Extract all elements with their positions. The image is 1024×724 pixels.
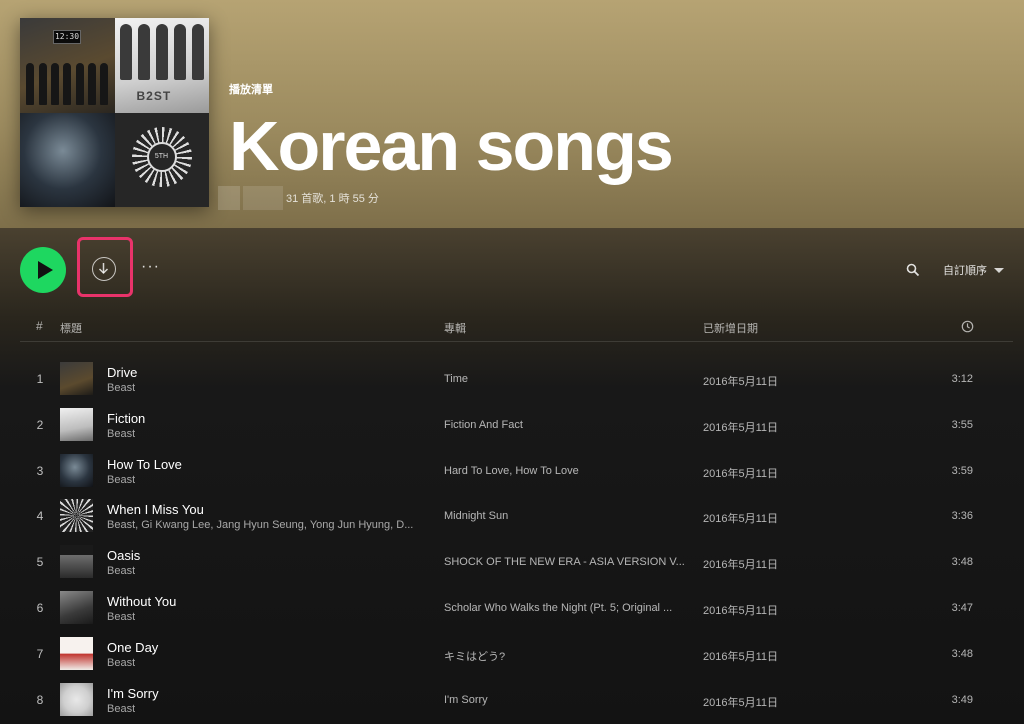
track-title[interactable]: One Day — [107, 640, 158, 655]
track-number: 1 — [36, 372, 44, 386]
cover-badge: 5TH — [146, 141, 177, 172]
track-title[interactable]: Without You — [107, 594, 176, 609]
track-date-added: 2016年5月11日 — [703, 421, 779, 434]
track-date-added: 2016年5月11日 — [703, 559, 779, 572]
track-album-art — [60, 407, 93, 441]
track-duration: 3:47 — [951, 601, 973, 614]
track-number: 8 — [36, 692, 44, 707]
track-date-added: 2016年5月11日 — [703, 513, 779, 526]
track-artist[interactable]: Beast — [107, 611, 135, 623]
owner-name[interactable] — [243, 186, 283, 210]
playlist-stats: 31 首歌, 1 時 55 分 — [286, 193, 379, 205]
track-album-art — [60, 682, 93, 716]
track-number: 4 — [36, 509, 44, 524]
track-date-added: 2016年5月11日 — [703, 604, 779, 617]
track-duration: 3:48 — [951, 647, 973, 660]
track-row[interactable]: 5 Oasis Beast SHOCK OF THE NEW ERA - ASIA V… — [20, 539, 1013, 585]
track-duration: 3:59 — [951, 464, 973, 477]
column-number: # — [36, 319, 43, 333]
track-date-added: 2016年5月11日 — [703, 650, 779, 663]
caret-down-icon — [994, 267, 1004, 273]
track-title[interactable]: Oasis — [107, 548, 140, 563]
track-date-added: 2016年5月11日 — [703, 467, 779, 480]
track-artist[interactable]: Beast — [107, 657, 135, 669]
track-row[interactable]: 6 Without You Beast Scholar Who Walks the N… — [20, 585, 1013, 631]
sort-label: 自訂順序 — [943, 265, 987, 277]
track-row[interactable]: 4 When I Miss You Beast, Gi Kwang Lee, Jan… — [20, 493, 1013, 539]
track-album-art — [60, 499, 93, 533]
more-options-button[interactable]: ··· — [141, 259, 160, 275]
column-album[interactable]: 專輯 — [444, 320, 466, 336]
sort-dropdown[interactable]: 自訂順序 — [943, 262, 1004, 278]
column-duration[interactable] — [961, 320, 974, 336]
track-date-added: 2016年5月11日 — [703, 376, 779, 388]
cover-clock: 12:30 — [53, 30, 81, 44]
track-number: 2 — [36, 417, 44, 432]
track-number: 7 — [36, 646, 44, 661]
track-artist[interactable]: Beast, Gi Kwang Lee, Jang Hyun Seung, Yo… — [107, 519, 413, 531]
track-album-art — [60, 590, 93, 624]
track-row[interactable]: 1 Drive Beast Time 2016年5月11日 3:12 — [20, 356, 1013, 402]
track-album[interactable]: I'm Sorry — [444, 694, 488, 706]
track-number: 5 — [36, 555, 44, 570]
play-button[interactable] — [20, 247, 66, 293]
tracklist: 1 Drive Beast Time 2016年5月11日 3:12 2 Fiction Bea… — [20, 356, 1013, 722]
track-artist[interactable]: Beast — [107, 565, 135, 577]
tracklist-header: # 標題 專輯 已新增日期 — [20, 314, 1013, 342]
playlist-type-label: 播放清單 — [229, 84, 273, 96]
track-album[interactable]: SHOCK OF THE NEW ERA - ASIA VERSION V... — [444, 556, 685, 568]
track-row[interactable]: 3 How To Love Beast Hard To Love, How To Lo… — [20, 448, 1013, 494]
track-date-added: 2016年5月11日 — [703, 696, 779, 709]
track-album[interactable]: Midnight Sun — [444, 510, 508, 522]
track-row[interactable]: 2 Fiction Beast Fiction And Fact 2016年5月11日 3… — [20, 402, 1013, 448]
column-title[interactable]: 標題 — [60, 320, 82, 336]
download-button[interactable] — [92, 257, 116, 281]
track-album[interactable]: Time — [444, 373, 468, 385]
track-album[interactable]: キミはどう? — [444, 648, 505, 664]
track-album-art — [60, 453, 93, 487]
track-row[interactable]: 7 One Day Beast キミはどう? 2016年5月11日 3:48 — [20, 631, 1013, 677]
track-title[interactable]: Fiction — [107, 411, 145, 426]
search-icon — [906, 263, 920, 277]
column-date-added[interactable]: 已新增日期 — [703, 320, 758, 336]
playlist-meta: 31 首歌, 1 時 55 分 — [218, 186, 379, 210]
track-album-art — [60, 545, 93, 579]
search-in-playlist-button[interactable] — [906, 263, 920, 277]
download-icon — [98, 263, 109, 275]
playlist-cover: 12:30 B2ST 5TH — [20, 18, 209, 207]
track-title[interactable]: Drive — [107, 365, 137, 380]
track-artist[interactable]: Beast — [107, 703, 135, 715]
cover-tile-time: 12:30 — [20, 18, 115, 113]
track-title[interactable]: How To Love — [107, 457, 182, 472]
track-artist[interactable]: Beast — [107, 474, 135, 486]
owner-avatar[interactable] — [218, 186, 240, 210]
playlist-title: Korean songs — [229, 107, 674, 185]
cover-tile-fiction: B2ST — [114, 18, 209, 113]
track-album-art — [60, 636, 93, 670]
track-number: 3 — [36, 463, 44, 478]
track-duration: 3:49 — [951, 693, 973, 706]
track-duration: 3:12 — [951, 373, 973, 385]
cover-logo: B2ST — [136, 88, 172, 103]
clock-icon — [961, 320, 974, 333]
track-title[interactable]: When I Miss You — [107, 502, 204, 517]
track-album[interactable]: Scholar Who Walks the Night (Pt. 5; Orig… — [444, 602, 672, 614]
track-duration: 3:36 — [951, 510, 973, 523]
track-duration: 3:48 — [951, 556, 973, 569]
track-album[interactable]: Fiction And Fact — [444, 419, 523, 431]
track-album[interactable]: Hard To Love, How To Love — [444, 465, 579, 477]
play-icon — [37, 261, 53, 279]
cover-tile-midnight-sun: 5TH — [114, 112, 209, 207]
track-artist[interactable]: Beast — [107, 382, 135, 394]
track-artist[interactable]: Beast — [107, 428, 135, 440]
cover-tile-how-to-love — [20, 112, 115, 207]
track-album-art — [60, 362, 93, 395]
track-duration: 3:55 — [951, 418, 973, 431]
track-number: 6 — [36, 600, 44, 615]
track-row[interactable]: 8 I'm Sorry Beast I'm Sorry 2016年5月11日 3:49 — [20, 677, 1013, 723]
track-title[interactable]: I'm Sorry — [107, 686, 159, 701]
